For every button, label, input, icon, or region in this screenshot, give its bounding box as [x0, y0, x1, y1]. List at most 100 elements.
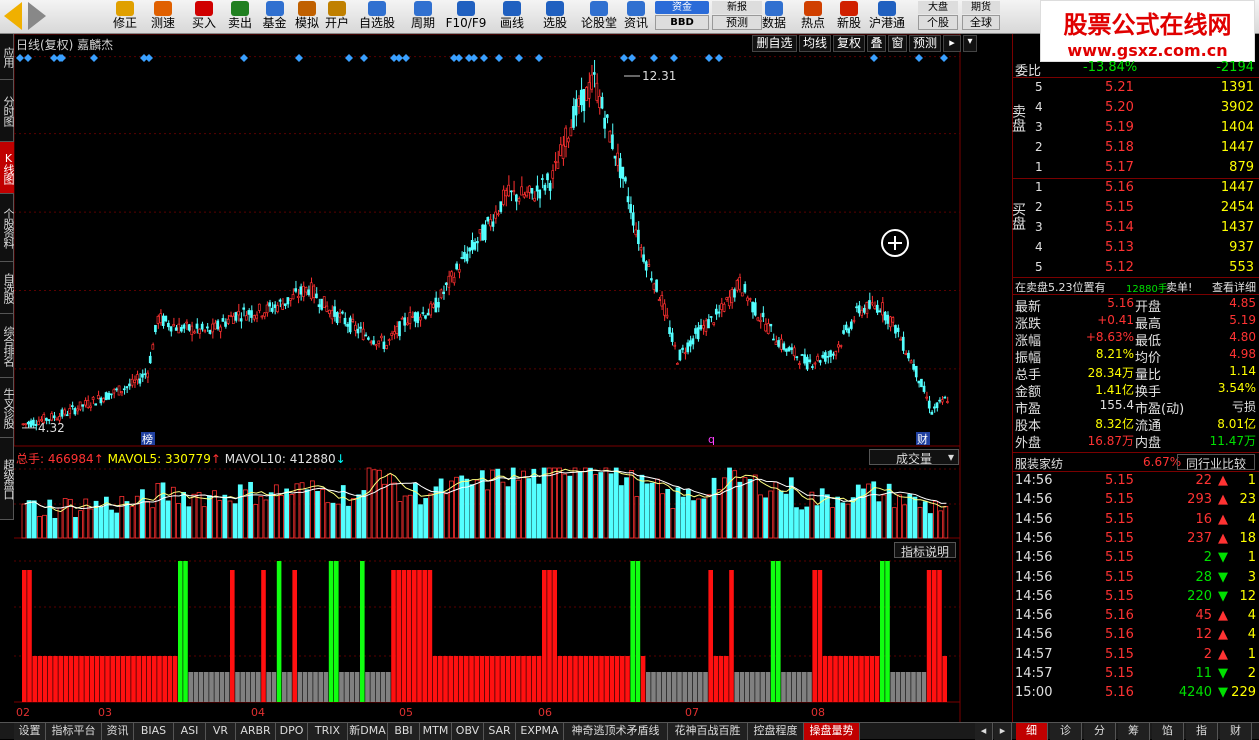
event-diamond-icon[interactable] — [620, 54, 628, 62]
leftnav-item[interactable]: 个股资料 — [0, 194, 15, 262]
kline-chart[interactable]: 12.7511.009.227.445.6612.314.32榜q财158558… — [14, 34, 961, 722]
indicator-tab[interactable]: SAR — [484, 723, 516, 740]
indicator-tab[interactable]: OBV — [452, 723, 484, 740]
toolbar-button[interactable]: 卖出 — [222, 0, 258, 33]
event-diamond-icon[interactable] — [24, 54, 32, 62]
fund-flow-button[interactable]: 资金 — [655, 1, 709, 14]
event-diamond-icon[interactable] — [145, 54, 153, 62]
event-diamond-icon[interactable] — [470, 54, 478, 62]
leftnav-item[interactable]: 综合排名 — [0, 314, 15, 378]
scroll-right-icon[interactable]: ▸ — [994, 723, 1012, 740]
detail-tab[interactable]: 细 — [1016, 723, 1048, 740]
bid-row[interactable]: 5 5.12 553 — [1013, 260, 1259, 278]
back-icon[interactable] — [4, 2, 22, 30]
industry-compare-button[interactable]: 同行业比较 — [1177, 454, 1255, 471]
volume-selector[interactable]: 成交量 ▾ — [869, 449, 959, 466]
indicator-tab[interactable]: 操盘量势 — [804, 723, 860, 740]
event-diamond-icon[interactable] — [240, 54, 248, 62]
toolbar-button[interactable]: 自选股 — [356, 0, 398, 33]
indicator-tab[interactable]: 新DMA — [348, 723, 388, 740]
individual-button[interactable]: 个股 — [918, 15, 958, 30]
event-diamond-icon[interactable] — [395, 54, 403, 62]
toolbar-button[interactable]: 新股 — [833, 0, 865, 33]
global-button[interactable]: 全球 — [962, 15, 1000, 30]
indicator-tab[interactable]: BBI — [388, 723, 420, 740]
event-diamond-icon[interactable] — [715, 54, 723, 62]
ask-row[interactable]: 5 5.21 1391 — [1013, 80, 1259, 98]
ask-row[interactable]: 3 5.19 1404 — [1013, 120, 1259, 138]
ask-row[interactable]: 1 5.17 879 — [1013, 160, 1259, 178]
bid-row[interactable]: 2 5.15 2454 — [1013, 200, 1259, 218]
hot-flash-button[interactable]: 期货 — [962, 1, 1000, 14]
event-diamond-icon[interactable] — [940, 54, 948, 62]
chart-toolbar-button[interactable]: 叠 — [867, 35, 886, 52]
indicator-tab[interactable]: ASI — [174, 723, 206, 740]
forward-icon[interactable] — [28, 2, 46, 30]
leftnav-item[interactable]: 分时图 — [0, 80, 15, 142]
chart-toolbar-button[interactable]: 均线 — [799, 35, 831, 52]
indicator-tab[interactable]: TRIX — [308, 723, 348, 740]
toolbar-button[interactable]: 模拟 — [291, 0, 323, 33]
toolbar-button[interactable]: 基金 — [258, 0, 291, 33]
event-diamond-icon[interactable] — [650, 54, 658, 62]
detail-tab[interactable]: 诊 — [1050, 723, 1082, 740]
indicator-tab[interactable]: 指标平台 — [46, 723, 102, 740]
toolbar-button[interactable]: 修正 — [107, 0, 143, 33]
leftnav-item[interactable]: K线图 — [0, 142, 15, 194]
event-diamond-icon[interactable] — [495, 54, 503, 62]
forecast-button[interactable]: 预测 — [712, 15, 762, 30]
indicator-tab[interactable]: DPO — [276, 723, 308, 740]
indicator-tab[interactable]: 资讯 — [102, 723, 134, 740]
toolbar-button[interactable]: 论股堂 — [578, 0, 620, 33]
notice-detail-link[interactable]: 查看详细 — [1212, 279, 1256, 295]
leftnav-item[interactable]: 应用 — [0, 34, 15, 80]
leftnav-item[interactable]: 超级盘口 — [0, 438, 15, 520]
toolbar-button[interactable]: F10/F9 — [443, 0, 489, 33]
event-diamond-icon[interactable] — [705, 54, 713, 62]
event-diamond-icon[interactable] — [915, 54, 923, 62]
ask-row[interactable]: 4 5.20 3902 — [1013, 100, 1259, 118]
event-diamond-icon[interactable] — [90, 54, 98, 62]
chart-toolbar-button[interactable]: 复权 — [833, 35, 865, 52]
indicator-tab[interactable]: 神奇逃顶术矛盾线 — [564, 723, 668, 740]
event-diamond-icon[interactable] — [402, 54, 410, 62]
toolbar-button[interactable]: 选股 — [535, 0, 575, 33]
newspaper-button[interactable]: 新报 — [712, 1, 762, 14]
leftnav-item[interactable]: 自选股 — [0, 262, 15, 314]
event-diamond-icon[interactable] — [455, 54, 463, 62]
toolbar-button[interactable]: 热点 — [795, 0, 831, 33]
ask-row[interactable]: 2 5.18 1447 — [1013, 140, 1259, 158]
toolbar-button[interactable]: 沪港通 — [867, 0, 907, 33]
large-button[interactable]: 大盘 — [918, 1, 958, 14]
detail-tab[interactable]: 分 — [1084, 723, 1116, 740]
chart-toolbar-button[interactable]: 删自选 — [752, 35, 797, 52]
event-diamond-icon[interactable] — [535, 54, 543, 62]
detail-tab[interactable]: 指 — [1186, 723, 1218, 740]
pin-icon[interactable]: ▸ — [943, 35, 961, 52]
chart-toolbar-button[interactable]: 预测 — [909, 35, 941, 52]
bid-row[interactable]: 4 5.13 937 — [1013, 240, 1259, 258]
event-diamond-icon[interactable] — [295, 54, 303, 62]
event-diamond-icon[interactable] — [628, 54, 636, 62]
toolbar-button[interactable]: 开户 — [320, 0, 354, 33]
menu-icon[interactable]: ▾ — [963, 35, 977, 52]
indicator-button[interactable]: 指标说明 — [894, 542, 956, 559]
indicator-tab[interactable]: ARBR — [236, 723, 276, 740]
leftnav-item[interactable]: 牛叉诊股 — [0, 378, 15, 438]
indicator-tab[interactable]: MTM — [420, 723, 452, 740]
event-diamond-icon[interactable] — [480, 54, 488, 62]
bid-row[interactable]: 1 5.16 1447 — [1013, 180, 1259, 198]
toolbar-button[interactable]: 画线 — [492, 0, 532, 33]
event-diamond-icon[interactable] — [360, 54, 368, 62]
detail-tab[interactable]: 馅 — [1152, 723, 1184, 740]
event-diamond-icon[interactable] — [515, 54, 523, 62]
toolbar-button[interactable]: 周期 — [404, 0, 442, 33]
indicator-tab[interactable]: 设置 — [14, 723, 46, 740]
toolbar-button[interactable]: 资讯 — [621, 0, 651, 33]
event-diamond-icon[interactable] — [345, 54, 353, 62]
indicator-tab[interactable]: EXPMA — [516, 723, 564, 740]
chart-toolbar-button[interactable]: 窗 — [888, 35, 907, 52]
indicator-tab[interactable]: VR — [206, 723, 236, 740]
detail-tab[interactable]: 财 — [1220, 723, 1252, 740]
indicator-tab[interactable]: BIAS — [134, 723, 174, 740]
